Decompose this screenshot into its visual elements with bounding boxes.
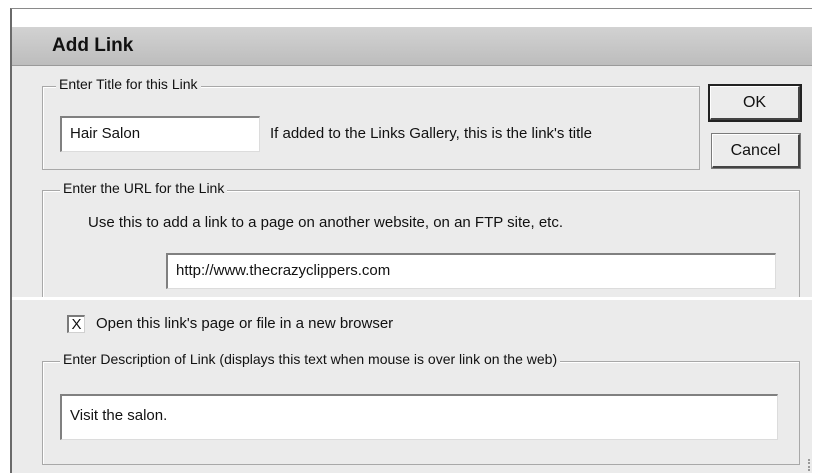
dialog-title: Add Link — [52, 35, 134, 56]
description-group-legend: Enter Description of Link (displays this… — [60, 351, 561, 367]
dialog-titlebar: Add Link — [12, 27, 812, 66]
add-link-dialog: Add Link Enter Title for this Link Hair … — [10, 8, 812, 473]
new-browser-label[interactable]: Open this link's page or file in a new b… — [96, 315, 393, 332]
resize-grip-icon[interactable] — [804, 459, 810, 471]
url-help-text: Use this to add a link to a page on anot… — [88, 214, 564, 231]
section-divider — [12, 297, 812, 300]
cancel-button[interactable]: Cancel — [711, 133, 801, 169]
new-browser-checkbox[interactable]: X — [67, 315, 85, 333]
url-input[interactable]: http://www.thecrazyclippers.com — [166, 253, 776, 289]
ok-button[interactable]: OK — [708, 84, 802, 122]
url-group-legend: Enter the URL for the Link — [60, 180, 228, 196]
description-input[interactable]: Visit the salon. — [60, 394, 778, 440]
dialog-body: Enter Title for this Link Hair Salon If … — [12, 66, 812, 473]
link-title-input[interactable]: Hair Salon — [60, 116, 260, 152]
link-title-hint: If added to the Links Gallery, this is t… — [270, 125, 592, 142]
title-group-legend: Enter Title for this Link — [56, 76, 201, 92]
